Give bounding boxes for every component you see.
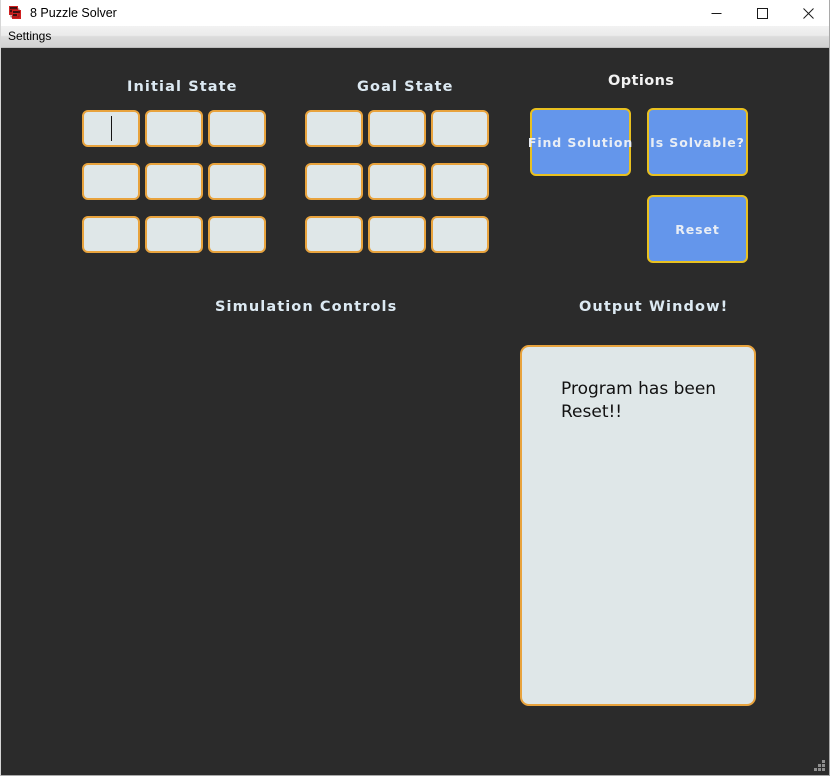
maximize-button[interactable] bbox=[739, 0, 785, 26]
initial-cell-4[interactable] bbox=[145, 163, 203, 200]
output-text: Program has been Reset!! bbox=[561, 378, 737, 424]
goal-cell-5[interactable] bbox=[431, 163, 489, 200]
initial-cell-6[interactable] bbox=[82, 216, 140, 253]
goal-cell-0[interactable] bbox=[305, 110, 363, 147]
simulation-controls-panel bbox=[61, 334, 501, 706]
reset-button[interactable]: Reset bbox=[647, 195, 748, 263]
initial-cell-1[interactable] bbox=[145, 110, 203, 147]
output-window-heading: Output Window! bbox=[579, 299, 728, 315]
window-title: 8 Puzzle Solver bbox=[30, 0, 693, 26]
find-solution-button[interactable]: Find Solution bbox=[530, 108, 631, 176]
options-heading: Options bbox=[608, 73, 674, 89]
goal-cell-4[interactable] bbox=[368, 163, 426, 200]
minimize-button[interactable] bbox=[693, 0, 739, 26]
goal-cell-7[interactable] bbox=[368, 216, 426, 253]
resize-grip[interactable] bbox=[812, 758, 825, 771]
goal-cell-8[interactable] bbox=[431, 216, 489, 253]
goal-cell-1[interactable] bbox=[368, 110, 426, 147]
minimize-icon bbox=[711, 8, 722, 19]
initial-cell-0[interactable] bbox=[82, 110, 140, 147]
is-solvable-button[interactable]: Is Solvable? bbox=[647, 108, 748, 176]
goal-cell-3[interactable] bbox=[305, 163, 363, 200]
initial-cell-3[interactable] bbox=[82, 163, 140, 200]
application-window: 8 Puzzle Solver Settings Initial State bbox=[0, 0, 830, 776]
initial-cell-2[interactable] bbox=[208, 110, 266, 147]
close-icon bbox=[803, 8, 814, 19]
initial-cell-7[interactable] bbox=[145, 216, 203, 253]
menu-bar: Settings bbox=[1, 26, 830, 48]
menu-item-settings[interactable]: Settings bbox=[1, 26, 58, 47]
initial-cell-5[interactable] bbox=[208, 163, 266, 200]
initial-state-grid bbox=[82, 110, 266, 253]
initial-state-heading: Initial State bbox=[127, 79, 238, 95]
close-button[interactable] bbox=[785, 0, 830, 26]
output-textbox[interactable]: Program has been Reset!! bbox=[520, 345, 756, 706]
maximize-icon bbox=[757, 8, 768, 19]
main-content: Initial State Goal State Options bbox=[1, 49, 830, 776]
goal-cell-6[interactable] bbox=[305, 216, 363, 253]
simulation-controls-heading: Simulation Controls bbox=[215, 299, 397, 315]
app-icon bbox=[7, 5, 23, 21]
initial-cell-8[interactable] bbox=[208, 216, 266, 253]
title-bar: 8 Puzzle Solver bbox=[1, 0, 830, 26]
goal-state-grid bbox=[305, 110, 489, 253]
goal-state-heading: Goal State bbox=[357, 79, 454, 95]
text-caret bbox=[111, 116, 112, 141]
goal-cell-2[interactable] bbox=[431, 110, 489, 147]
